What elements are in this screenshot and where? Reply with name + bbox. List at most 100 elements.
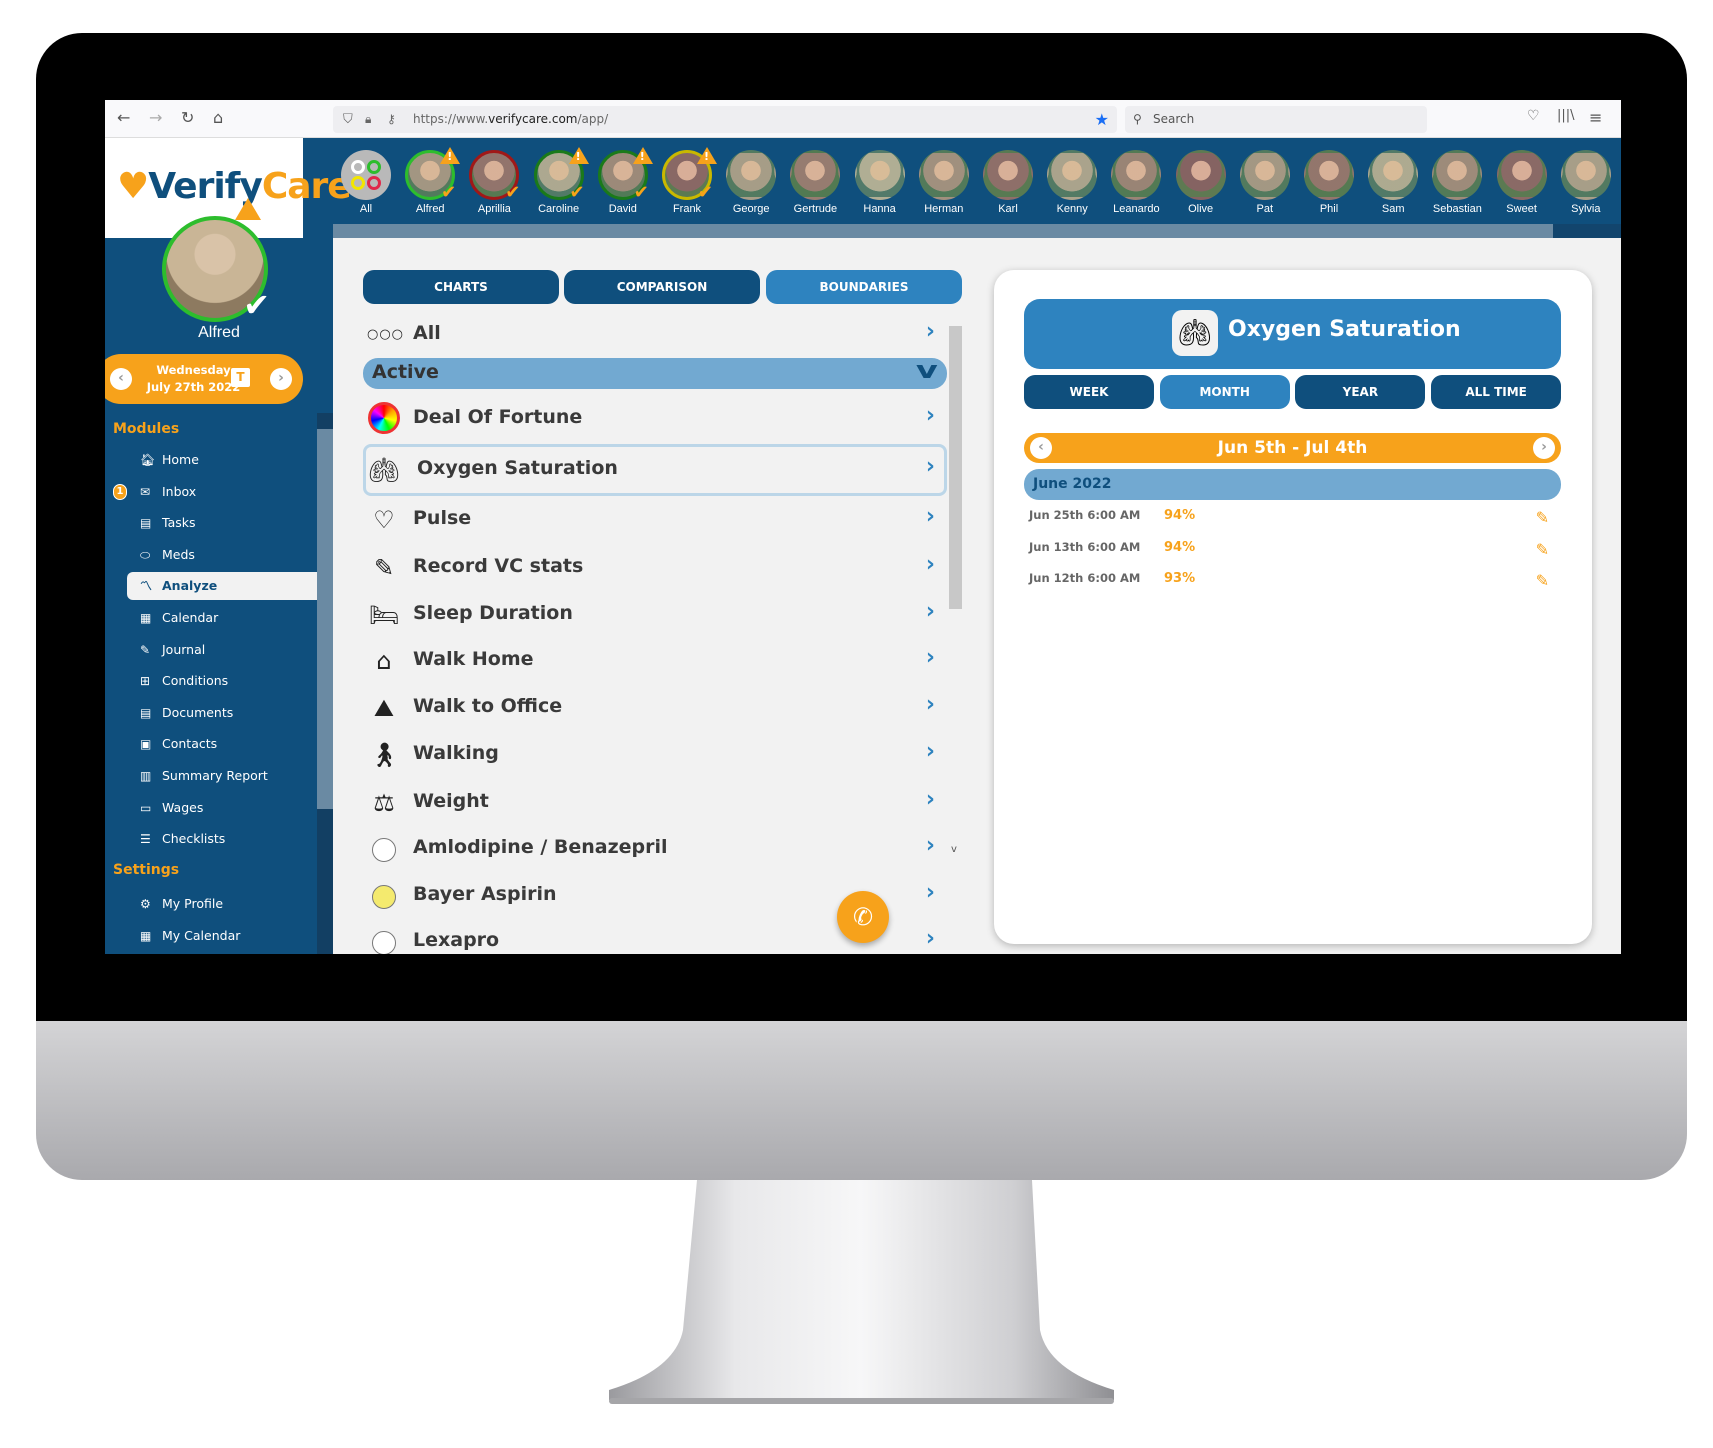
bookmark-star-icon[interactable]: ★: [1095, 106, 1109, 133]
list-item-walk-home[interactable]: ⌂ Walk Home ›: [363, 641, 947, 681]
search-placeholder: Search: [1153, 112, 1195, 126]
sidebar-item-label: Contacts: [162, 736, 218, 752]
prev-day-button[interactable]: ‹: [110, 368, 132, 390]
client-avatar-olive[interactable]: Olive: [1171, 150, 1231, 215]
client-avatar-kenny[interactable]: Kenny: [1042, 150, 1102, 215]
client-avatar-sam[interactable]: Sam: [1363, 150, 1423, 215]
reload-icon[interactable]: ↻: [181, 108, 194, 127]
client-avatar-sylvia[interactable]: Sylvia: [1556, 150, 1616, 215]
report-icon: ▥: [140, 769, 152, 783]
record-row[interactable]: Jun 13th 6:00 AM 94% ✎: [1029, 540, 1549, 560]
library-icon[interactable]: |||\: [1557, 108, 1575, 123]
home-icon[interactable]: ⌂: [213, 108, 223, 127]
scroll-down-icon[interactable]: v: [951, 844, 957, 855]
client-avatar-david[interactable]: ✔David: [593, 147, 653, 215]
period-week[interactable]: WEEK: [1024, 375, 1154, 409]
selected-client-avatar[interactable]: ✔: [162, 216, 270, 324]
pocket-icon[interactable]: ♡: [1527, 108, 1540, 124]
key-icon: ⚷: [387, 112, 396, 126]
sidebar-item-calendar[interactable]: ▦ Calendar: [127, 604, 317, 632]
client-avatar-karl[interactable]: Karl: [978, 150, 1038, 215]
sidebar-item-my-calendar[interactable]: ▦ My Calendar: [127, 922, 317, 950]
list-item-walking[interactable]: 🚶︎ Walking ›: [363, 735, 947, 775]
period-month[interactable]: MONTH: [1159, 375, 1290, 409]
sidebar-scrollbar[interactable]: [317, 413, 333, 954]
forward-icon[interactable]: →: [149, 108, 162, 127]
address-bar[interactable]: ⛉ 🔒︎ ⚷ https://www.verifycare.com/app/ ★: [333, 106, 1117, 133]
sidebar-item-checklists[interactable]: ☰ Checklists: [127, 825, 317, 853]
client-avatar-george[interactable]: George: [721, 150, 781, 215]
scrollbar-thumb[interactable]: [1553, 224, 1621, 238]
list-scrollbar[interactable]: ^ v: [948, 278, 963, 954]
avatar-photo: [854, 150, 905, 200]
list-item-oxygen-saturation[interactable]: 🫁︎ Oxygen Saturation ›: [363, 450, 947, 490]
list-item-weight[interactable]: ⚖︎ Weight ›: [363, 783, 947, 823]
period-all-time[interactable]: ALL TIME: [1431, 375, 1562, 409]
sidebar-item-contacts[interactable]: ▣ Contacts: [127, 730, 317, 758]
call-button[interactable]: ✆: [837, 891, 889, 943]
record-row[interactable]: Jun 25th 6:00 AM 94% ✎: [1029, 508, 1549, 528]
record-value: 94%: [1164, 508, 1196, 523]
client-avatar-aprillia[interactable]: ✔ Aprillia: [464, 150, 524, 215]
client-avatar-sebastian[interactable]: Sebastian: [1427, 150, 1487, 215]
avatar-photo: [726, 150, 777, 200]
client-avatar-leanardo[interactable]: Leanardo: [1106, 150, 1166, 215]
sidebar-item-journal[interactable]: ✎ Journal: [127, 636, 317, 664]
sidebar-item-tasks[interactable]: ▤ Tasks: [127, 509, 317, 537]
client-avatar-caroline[interactable]: ✔Caroline: [529, 147, 589, 215]
list-item-deal-of-fortune[interactable]: Deal Of Fortune ›: [363, 399, 947, 439]
active-group-header[interactable]: Active v: [363, 356, 947, 389]
client-avatar-frank[interactable]: ✔Frank: [657, 147, 717, 215]
client-avatar-hanna[interactable]: Hanna: [850, 150, 910, 215]
sidebar-item-home[interactable]: 🏠︎ Home: [127, 446, 317, 474]
sidebar-item-summary-report[interactable]: ▥ Summary Report: [127, 762, 317, 790]
tab-charts[interactable]: CHARTS: [363, 270, 559, 304]
group-label: Active: [372, 361, 439, 383]
avatar-bar-scrollbar[interactable]: [333, 224, 1621, 238]
sidebar-item-wages[interactable]: ▭ Wages: [127, 794, 317, 822]
mail-icon: ✉: [140, 484, 151, 499]
client-avatar-gertrude[interactable]: Gertrude: [785, 150, 845, 215]
date-range-selector: ‹ Jun 5th - Jul 4th ›: [1024, 433, 1561, 463]
month-header: June 2022: [1024, 469, 1561, 500]
back-icon[interactable]: ←: [117, 108, 130, 127]
client-avatar-all[interactable]: All: [336, 150, 396, 215]
sidebar-item-meds[interactable]: ⬭ Meds: [127, 541, 317, 569]
edit-pencil-icon[interactable]: ✎: [1536, 571, 1549, 590]
prev-range-button[interactable]: ‹: [1030, 437, 1052, 459]
tab-comparison[interactable]: COMPARISON: [564, 270, 760, 304]
client-avatar-phil[interactable]: Phil: [1299, 150, 1359, 215]
browser-search[interactable]: ⚲ Search: [1125, 106, 1427, 133]
client-avatar-alfred[interactable]: ✔Alfred: [400, 147, 461, 215]
edit-pencil-icon[interactable]: ✎: [1536, 540, 1549, 559]
record-row[interactable]: Jun 12th 6:00 AM 93% ✎: [1029, 571, 1549, 591]
sidebar-item-analyze[interactable]: 〽 Analyze: [127, 572, 317, 601]
list-item-all[interactable]: ○○○ All ›: [363, 315, 947, 355]
sidebar-item-documents[interactable]: ▤ Documents: [127, 699, 317, 727]
list-item-sleep-duration[interactable]: 🛏︎ Sleep Duration ›: [363, 595, 947, 635]
sidebar-item-my-profile[interactable]: ⚙ My Profile: [127, 890, 317, 918]
scrollbar-thumb[interactable]: [949, 326, 962, 609]
chevron-right-icon: ›: [925, 739, 935, 764]
edit-pencil-icon[interactable]: ✎: [1536, 508, 1549, 527]
list-item-walk-to-office[interactable]: ⛰︎ Walk to Office ›: [363, 688, 947, 728]
list-item-pulse[interactable]: ♡ Pulse ›: [363, 500, 947, 540]
sidebar-item-conditions[interactable]: ⊞ Conditions: [127, 667, 317, 695]
chevron-right-icon: ›: [925, 787, 935, 812]
list-item-label: Walk Home: [413, 648, 534, 670]
client-avatar-pat[interactable]: Pat: [1235, 150, 1295, 215]
client-avatar-sweet[interactable]: Sweet: [1492, 150, 1552, 215]
tab-boundaries[interactable]: BOUNDARIES: [766, 270, 962, 304]
list-item-record-vc-stats[interactable]: ✎ Record VC stats ›: [363, 548, 947, 588]
menu-icon[interactable]: ≡: [1589, 108, 1602, 127]
client-avatar-herman[interactable]: Herman: [914, 150, 974, 215]
list-item-label: Sleep Duration: [413, 602, 573, 624]
scrollbar-thumb[interactable]: [317, 429, 333, 809]
period-year[interactable]: YEAR: [1295, 375, 1426, 409]
next-range-button[interactable]: ›: [1533, 437, 1555, 459]
sidebar-item-inbox[interactable]: ✉ Inbox: [127, 478, 317, 506]
avatar-name: Aprillia: [477, 203, 511, 215]
today-button[interactable]: T: [231, 368, 250, 387]
list-item-amlodipine-benazepril[interactable]: Amlodipine / Benazepril ›: [363, 829, 947, 869]
next-day-button[interactable]: ›: [270, 368, 292, 390]
